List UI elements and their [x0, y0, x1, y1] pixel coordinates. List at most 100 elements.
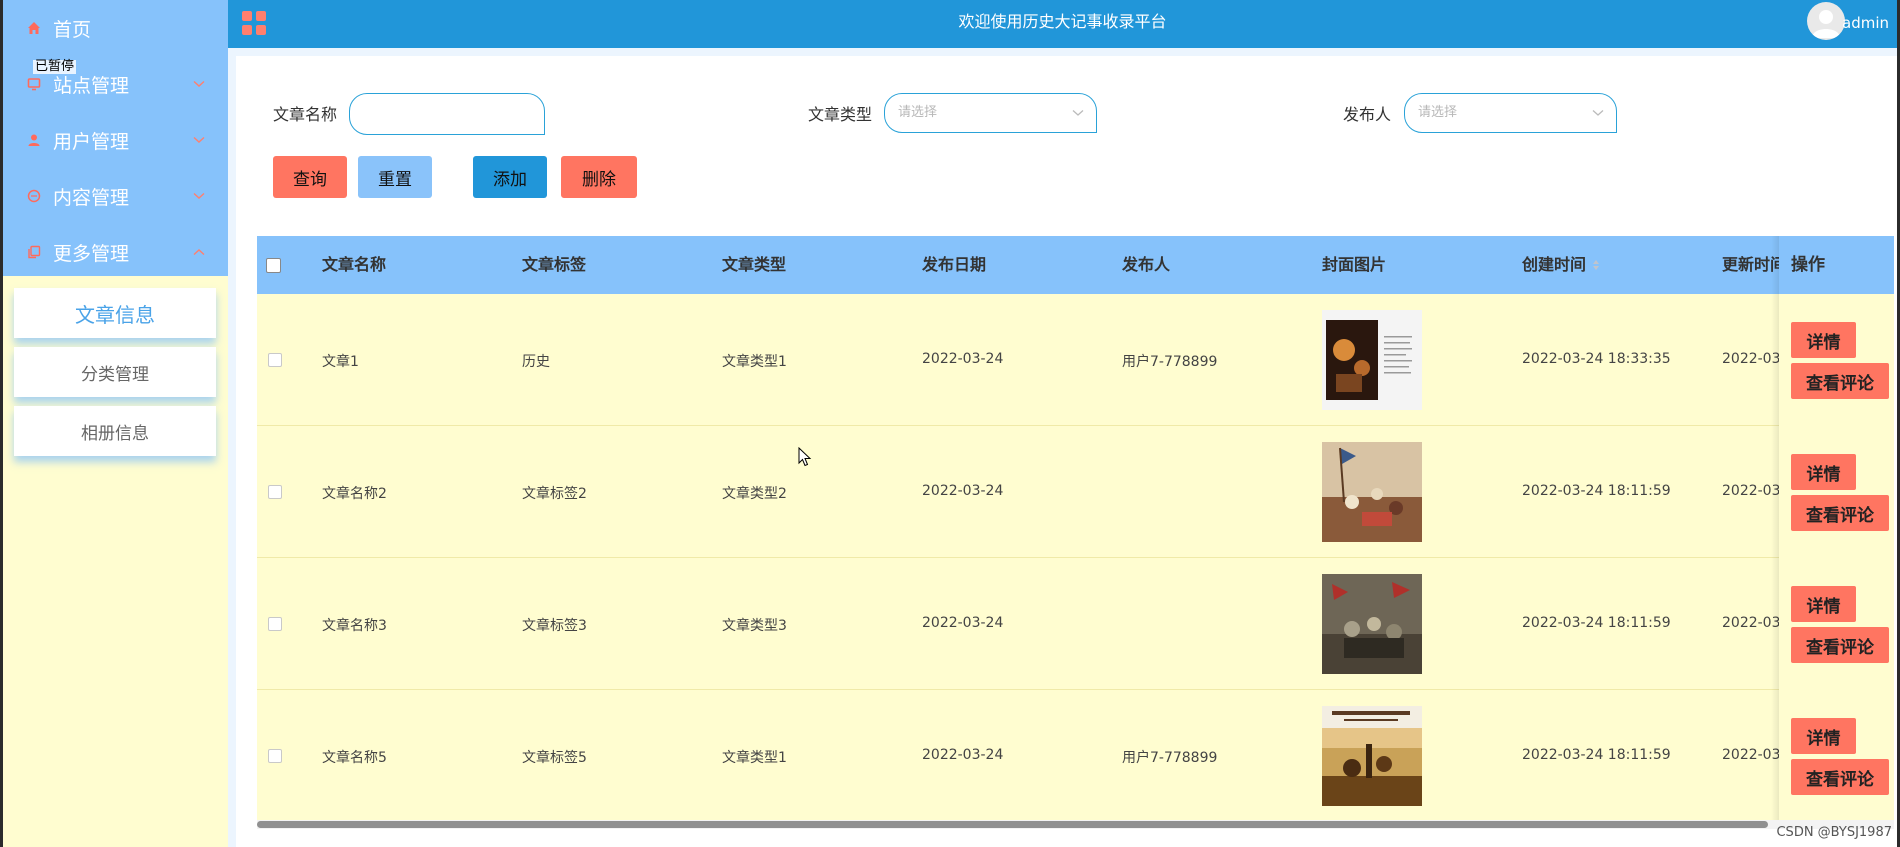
home-icon [25, 19, 43, 37]
detail-button[interactable]: 详情 [1791, 454, 1856, 490]
scrollbar-thumb[interactable] [257, 821, 1768, 828]
publisher-select[interactable]: 请选择 [1404, 93, 1617, 133]
cell-type: 文章类型1 [722, 750, 787, 766]
sidebar-item-label: 内容管理 [53, 186, 130, 209]
article-type-label: 文章类型 [808, 105, 873, 124]
cell-type: 文章类型1 [722, 354, 787, 370]
detail-button[interactable]: 详情 [1791, 718, 1856, 754]
cell-publisher: 用户7-778899 [1122, 354, 1218, 370]
cell-type: 文章类型2 [722, 486, 787, 502]
column-header-ops: 操作 [1791, 255, 1825, 275]
chevron-down-icon [1592, 94, 1604, 132]
avatar[interactable] [1807, 2, 1845, 40]
publisher-label: 发布人 [1343, 105, 1392, 124]
view-comments-button[interactable]: 查看评论 [1791, 759, 1889, 795]
sidebar-item-label: 站点管理 [53, 74, 130, 97]
chevron-down-icon [192, 192, 206, 200]
cover-image[interactable] [1322, 442, 1422, 542]
cell-created: 2022-03-24 18:11:59 [1522, 747, 1671, 763]
query-button[interactable]: 查询 [273, 156, 347, 198]
copy-icon [25, 243, 43, 261]
column-header: 文章类型 [722, 255, 787, 274]
cover-image[interactable] [1322, 706, 1422, 806]
chevron-down-icon [1072, 94, 1084, 132]
detail-button[interactable]: 详情 [1791, 586, 1856, 622]
cell-name: 文章名称2 [322, 486, 387, 502]
row-checkbox[interactable] [268, 617, 282, 631]
cell-tag: 历史 [522, 354, 550, 370]
horizontal-scrollbar[interactable] [257, 820, 1894, 829]
view-comments-button[interactable]: 查看评论 [1791, 627, 1889, 663]
mouse-cursor-icon [798, 447, 812, 467]
cell-tag: 文章标签2 [522, 486, 587, 502]
cell-created: 2022-03-24 18:11:59 [1522, 483, 1671, 499]
article-type-select[interactable]: 请选择 [884, 93, 1097, 133]
table-row: 文章名称3 文章标签3 文章类型3 2022-03-24 2022-03-24 … [257, 558, 1894, 690]
cell-created: 2022-03-24 18:11:59 [1522, 615, 1671, 631]
cell-date: 2022-03-24 [922, 351, 1004, 367]
cell-publisher: 用户7-778899 [1122, 750, 1218, 766]
cell-name: 文章名称5 [322, 750, 387, 766]
sort-icon[interactable] [1592, 237, 1600, 295]
table-row: 文章名称5 文章标签5 文章类型1 2022-03-24 用户7-778899 … [257, 690, 1894, 822]
detail-button[interactable]: 详情 [1791, 322, 1856, 358]
cell-date: 2022-03-24 [922, 747, 1004, 763]
sidebar-item-label: 更多管理 [53, 242, 130, 265]
ops-header: 操作 [1779, 236, 1894, 294]
sidebar-item-label: 首页 [53, 18, 92, 41]
cell-date: 2022-03-24 [922, 615, 1004, 631]
chevron-up-icon [192, 248, 206, 256]
chat-icon [25, 187, 43, 205]
row-checkbox[interactable] [268, 353, 282, 367]
table-row: 文章名称2 文章标签2 文章类型2 2022-03-24 2022-03-24 … [257, 426, 1894, 558]
sidebar: 首页 站点管理 用户管理 内容管理 更多管理 已暂停 文章信息 分类管理 相册信… [3, 0, 228, 847]
table-header: 文章名称 文章标签 文章类型 发布日期 发布人 封面图片 创建时间 更新时间 [257, 236, 1894, 294]
column-header-created[interactable]: 创建时间 [1522, 236, 1600, 294]
table-row: 文章1 历史 文章类型1 2022-03-24 用户7-778899 2022-… [257, 294, 1894, 426]
cover-image[interactable] [1322, 574, 1422, 674]
paused-tag: 已暂停 [33, 59, 77, 74]
article-table: 文章名称 文章标签 文章类型 发布日期 发布人 封面图片 创建时间 更新时间 文… [257, 236, 1894, 828]
article-type-placeholder: 请选择 [898, 105, 938, 120]
sidebar-item-content[interactable]: 内容管理 [3, 168, 228, 224]
page-title: 欢迎使用历史大记事收录平台 [958, 12, 1167, 31]
submenu-article-info[interactable]: 文章信息 [14, 288, 216, 338]
row-checkbox[interactable] [268, 485, 282, 499]
cell-tag: 文章标签5 [522, 750, 587, 766]
view-comments-button[interactable]: 查看评论 [1791, 495, 1889, 531]
reset-button[interactable]: 重置 [358, 156, 432, 198]
chevron-down-icon [192, 136, 206, 144]
column-header-label: 创建时间 [1522, 255, 1587, 274]
username[interactable]: admin [1842, 0, 1889, 46]
submenu-category[interactable]: 分类管理 [14, 347, 216, 397]
article-name-label: 文章名称 [273, 105, 338, 124]
top-header: 欢迎使用历史大记事收录平台 admin [228, 0, 1897, 48]
sidebar-item-users[interactable]: 用户管理 [3, 112, 228, 168]
view-comments-button[interactable]: 查看评论 [1791, 363, 1889, 399]
cell-tag: 文章标签3 [522, 618, 587, 634]
delete-button[interactable]: 删除 [561, 156, 637, 198]
user-icon [25, 131, 43, 149]
watermark: CSDN @BYSJ1987 [1776, 825, 1892, 840]
row-checkbox[interactable] [268, 749, 282, 763]
article-name-input[interactable] [349, 93, 545, 135]
column-header: 发布日期 [922, 255, 987, 274]
add-button[interactable]: 添加 [473, 156, 547, 198]
sidebar-menu: 首页 站点管理 用户管理 内容管理 更多管理 已暂停 [3, 0, 228, 276]
column-header: 封面图片 [1322, 255, 1387, 274]
sidebar-item-home[interactable]: 首页 [3, 0, 228, 56]
column-header: 文章名称 [322, 255, 387, 274]
publisher-placeholder: 请选择 [1418, 105, 1458, 120]
cell-type: 文章类型3 [722, 618, 787, 634]
select-all-checkbox[interactable] [266, 258, 281, 273]
column-header: 文章标签 [522, 255, 587, 274]
sidebar-item-label: 用户管理 [53, 130, 130, 153]
column-header: 发布人 [1122, 255, 1171, 274]
cell-created: 2022-03-24 18:33:35 [1522, 351, 1671, 367]
cell-date: 2022-03-24 [922, 483, 1004, 499]
cover-image[interactable] [1322, 310, 1422, 410]
chevron-down-icon [192, 80, 206, 88]
ops-column-shadow [1771, 236, 1779, 828]
sidebar-item-more[interactable]: 更多管理 [3, 224, 228, 280]
submenu-album[interactable]: 相册信息 [14, 406, 216, 456]
